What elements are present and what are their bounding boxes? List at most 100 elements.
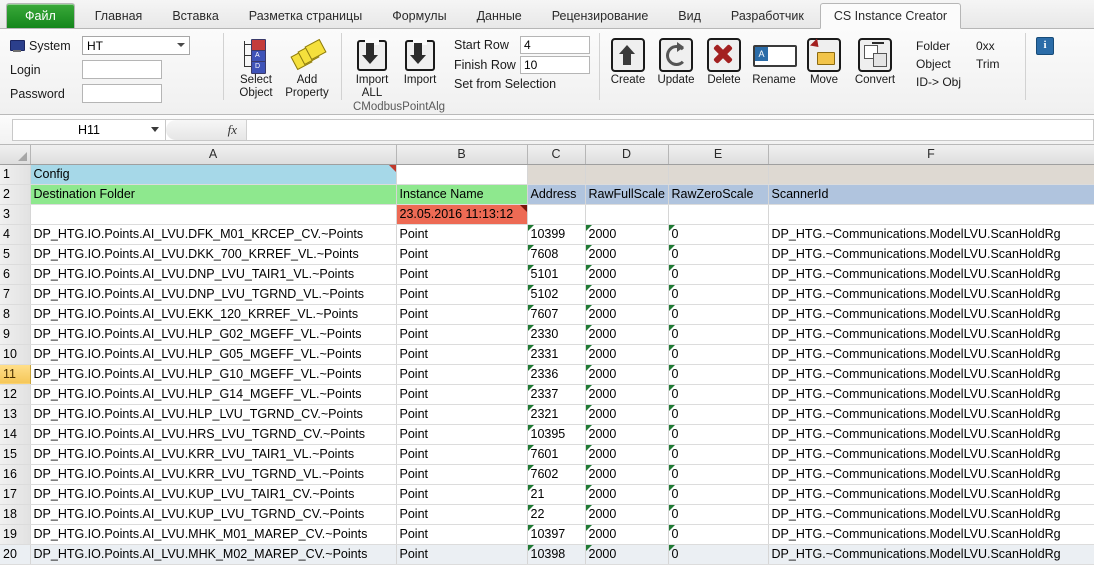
table-row[interactable]: 15 DP_HTG.IO.Points.AI_LVU.KRR_LVU_TAIR1_… — [0, 444, 1094, 465]
cell-A8[interactable]: DP_HTG.IO.Points.AI_LVU.EKK_120_KRREF_VL… — [30, 304, 397, 325]
cell-C17[interactable]: 21 — [527, 484, 586, 505]
cell-F19[interactable]: DP_HTG.~Communications.ModelLVU.ScanHold… — [768, 524, 1094, 545]
cell-C7[interactable]: 5102 — [527, 284, 586, 305]
cell-B12[interactable]: Point — [396, 384, 528, 405]
cell-E9[interactable]: 0 — [668, 324, 769, 345]
cell-B16[interactable]: Point — [396, 464, 528, 485]
move-button[interactable]: Move — [800, 33, 848, 87]
ribbon-tab-2[interactable]: Вставка — [158, 3, 232, 28]
cell-C12[interactable]: 2337 — [527, 384, 586, 405]
login-input[interactable] — [82, 60, 162, 79]
row-header-18[interactable]: 18 — [0, 504, 31, 525]
cell-D16[interactable]: 2000 — [585, 464, 669, 485]
cell-D20[interactable]: 2000 — [585, 544, 669, 565]
select-object-button[interactable]: A D Select Object — [232, 33, 280, 99]
cell-F15[interactable]: DP_HTG.~Communications.ModelLVU.ScanHold… — [768, 444, 1094, 465]
ribbon-tab-1[interactable]: Главная — [81, 3, 157, 28]
cell-A16[interactable]: DP_HTG.IO.Points.AI_LVU.KRR_LVU_TGRND_VL… — [30, 464, 397, 485]
create-button[interactable]: Create — [604, 33, 652, 87]
cell-B5[interactable]: Point — [396, 244, 528, 265]
cell-E16[interactable]: 0 — [668, 464, 769, 485]
cell-A18[interactable]: DP_HTG.IO.Points.AI_LVU.KUP_LVU_TGRND_CV… — [30, 504, 397, 525]
cell-F2[interactable]: ScannerId — [768, 184, 1094, 205]
cell-F13[interactable]: DP_HTG.~Communications.ModelLVU.ScanHold… — [768, 404, 1094, 425]
cell-A17[interactable]: DP_HTG.IO.Points.AI_LVU.KUP_LVU_TAIR1_CV… — [30, 484, 397, 505]
column-header-c[interactable]: C — [527, 145, 586, 165]
ribbon-tab-7[interactable]: Вид — [664, 3, 715, 28]
table-row[interactable]: 12 DP_HTG.IO.Points.AI_LVU.HLP_G14_MGEFF_… — [0, 384, 1094, 405]
row-header-11[interactable]: 11 — [0, 364, 31, 385]
cell-E18[interactable]: 0 — [668, 504, 769, 525]
cell-B7[interactable]: Point — [396, 284, 528, 305]
cell-F16[interactable]: DP_HTG.~Communications.ModelLVU.ScanHold… — [768, 464, 1094, 485]
cell-E1[interactable] — [668, 164, 769, 185]
table-row[interactable]: 4 DP_HTG.IO.Points.AI_LVU.DFK_M01_KRCEP_C… — [0, 224, 1094, 245]
table-row[interactable]: 11 DP_HTG.IO.Points.AI_LVU.HLP_G10_MGEFF_… — [0, 364, 1094, 385]
cell-C3[interactable] — [527, 204, 586, 225]
cell-D5[interactable]: 2000 — [585, 244, 669, 265]
cell-C5[interactable]: 7608 — [527, 244, 586, 265]
cell-B13[interactable]: Point — [396, 404, 528, 425]
table-row[interactable]: 10 DP_HTG.IO.Points.AI_LVU.HLP_G05_MGEFF_… — [0, 344, 1094, 365]
row-header-10[interactable]: 10 — [0, 344, 31, 365]
cell-E15[interactable]: 0 — [668, 444, 769, 465]
rename-button[interactable]: A Rename — [748, 33, 800, 87]
cell-A11[interactable]: DP_HTG.IO.Points.AI_LVU.HLP_G10_MGEFF_VL… — [30, 364, 397, 385]
import-all-button[interactable]: Import ALL — [348, 33, 396, 99]
ribbon-tab-9[interactable]: CS Instance Creator — [819, 3, 962, 29]
start-row-input[interactable] — [520, 36, 590, 54]
cell-B11[interactable]: Point — [396, 364, 528, 385]
cell-D4[interactable]: 2000 — [585, 224, 669, 245]
cell-E7[interactable]: 0 — [668, 284, 769, 305]
cell-E2[interactable]: RawZeroScale — [668, 184, 769, 205]
cell-E13[interactable]: 0 — [668, 404, 769, 425]
cell-B2[interactable]: Instance Name — [396, 184, 528, 205]
table-row[interactable]: 20 DP_HTG.IO.Points.AI_LVU.MHK_M02_MAREP_… — [0, 544, 1094, 565]
cell-A15[interactable]: DP_HTG.IO.Points.AI_LVU.KRR_LVU_TAIR1_VL… — [30, 444, 397, 465]
password-input[interactable] — [82, 84, 162, 103]
cell-C2[interactable]: Address — [527, 184, 586, 205]
cell-B4[interactable]: Point — [396, 224, 528, 245]
convert-button[interactable]: Convert — [848, 33, 902, 87]
cell-B1[interactable] — [396, 164, 528, 185]
cell-E19[interactable]: 0 — [668, 524, 769, 545]
cell-A13[interactable]: DP_HTG.IO.Points.AI_LVU.HLP_LVU_TGRND_CV… — [30, 404, 397, 425]
cell-D6[interactable]: 2000 — [585, 264, 669, 285]
cell-D1[interactable] — [585, 164, 669, 185]
cell-C14[interactable]: 10395 — [527, 424, 586, 445]
cell-E10[interactable]: 0 — [668, 344, 769, 365]
row-header-17[interactable]: 17 — [0, 484, 31, 505]
add-property-button[interactable]: Add Property — [280, 33, 334, 99]
cell-F1[interactable] — [768, 164, 1094, 185]
table-row[interactable]: 18 DP_HTG.IO.Points.AI_LVU.KUP_LVU_TGRND_… — [0, 504, 1094, 525]
id-to-obj-button[interactable]: ID-> Obj — [914, 73, 974, 91]
column-header-b[interactable]: B — [396, 145, 528, 165]
insert-function-icon[interactable]: fx — [228, 122, 246, 138]
cell-D18[interactable]: 2000 — [585, 504, 669, 525]
cell-B15[interactable]: Point — [396, 444, 528, 465]
cell-C16[interactable]: 7602 — [527, 464, 586, 485]
finish-row-input[interactable] — [520, 56, 590, 74]
table-row[interactable]: 2 Destination Folder Instance Name Address R… — [0, 184, 1094, 205]
cell-F8[interactable]: DP_HTG.~Communications.ModelLVU.ScanHold… — [768, 304, 1094, 325]
trim-button[interactable]: Trim — [974, 55, 1016, 73]
ribbon-tab-0[interactable]: Файл — [6, 3, 75, 28]
cell-D19[interactable]: 2000 — [585, 524, 669, 545]
cell-C15[interactable]: 7601 — [527, 444, 586, 465]
cell-D2[interactable]: RawFullScale — [585, 184, 669, 205]
ribbon-tab-3[interactable]: Разметка страницы — [235, 3, 376, 28]
table-row[interactable]: 8 DP_HTG.IO.Points.AI_LVU.EKK_120_KRREF_V… — [0, 304, 1094, 325]
table-row[interactable]: 1 Config — [0, 164, 1094, 185]
info-icon[interactable]: i — [1036, 37, 1054, 55]
cell-B10[interactable]: Point — [396, 344, 528, 365]
ribbon-tab-6[interactable]: Рецензирование — [538, 3, 663, 28]
cell-A10[interactable]: DP_HTG.IO.Points.AI_LVU.HLP_G05_MGEFF_VL… — [30, 344, 397, 365]
table-row[interactable]: 7 DP_HTG.IO.Points.AI_LVU.DNP_LVU_TGRND_V… — [0, 284, 1094, 305]
cell-D9[interactable]: 2000 — [585, 324, 669, 345]
cell-E6[interactable]: 0 — [668, 264, 769, 285]
cell-C18[interactable]: 22 — [527, 504, 586, 525]
cell-B9[interactable]: Point — [396, 324, 528, 345]
cell-A5[interactable]: DP_HTG.IO.Points.AI_LVU.DKK_700_KRREF_VL… — [30, 244, 397, 265]
cell-D13[interactable]: 2000 — [585, 404, 669, 425]
folder-button[interactable]: Folder — [914, 37, 974, 55]
